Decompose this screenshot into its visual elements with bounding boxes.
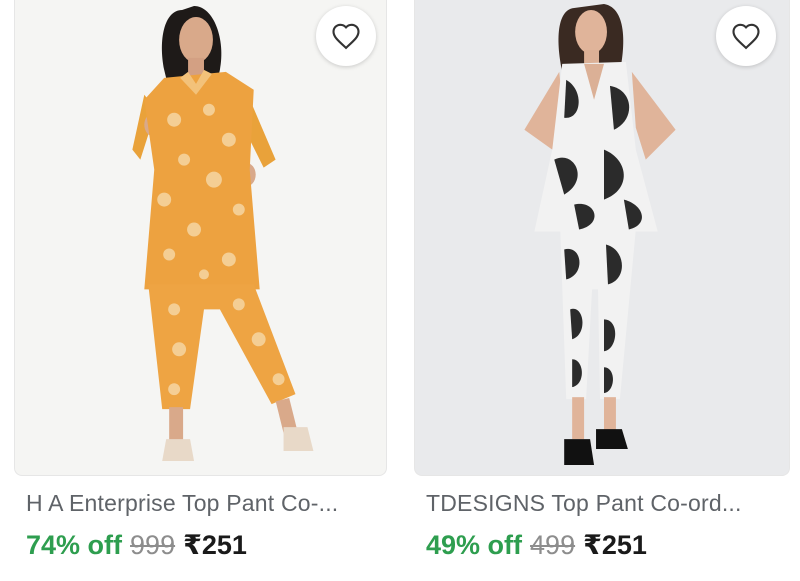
price-row: 49% off 499 ₹251 — [426, 530, 647, 561]
product-title[interactable]: H A Enterprise Top Pant Co-... — [26, 490, 386, 517]
wishlist-button[interactable] — [316, 6, 376, 66]
original-price: 999 — [130, 530, 176, 560]
product-card[interactable]: TDESIGNS Top Pant Co-ord... 49% off 499 … — [414, 0, 790, 581]
sale-price: ₹251 — [183, 530, 247, 560]
model-black-white-coord-set — [524, 3, 676, 466]
price-row: 74% off 999 ₹251 — [26, 530, 247, 561]
discount-label: 74% off — [26, 530, 123, 560]
sale-price: ₹251 — [583, 530, 647, 560]
product-image[interactable] — [414, 0, 790, 476]
heart-outline-icon — [332, 23, 360, 50]
product-title[interactable]: TDESIGNS Top Pant Co-ord... — [426, 490, 786, 517]
discount-label: 49% off — [426, 530, 523, 560]
product-grid: H A Enterprise Top Pant Co-... 74% off 9… — [0, 0, 800, 581]
product-card[interactable]: H A Enterprise Top Pant Co-... 74% off 9… — [14, 0, 387, 581]
heart-outline-icon — [732, 23, 760, 50]
model-orange-coord-set — [132, 5, 314, 462]
product-image[interactable] — [14, 0, 387, 476]
original-price: 499 — [530, 530, 576, 560]
wishlist-button[interactable] — [716, 6, 776, 66]
